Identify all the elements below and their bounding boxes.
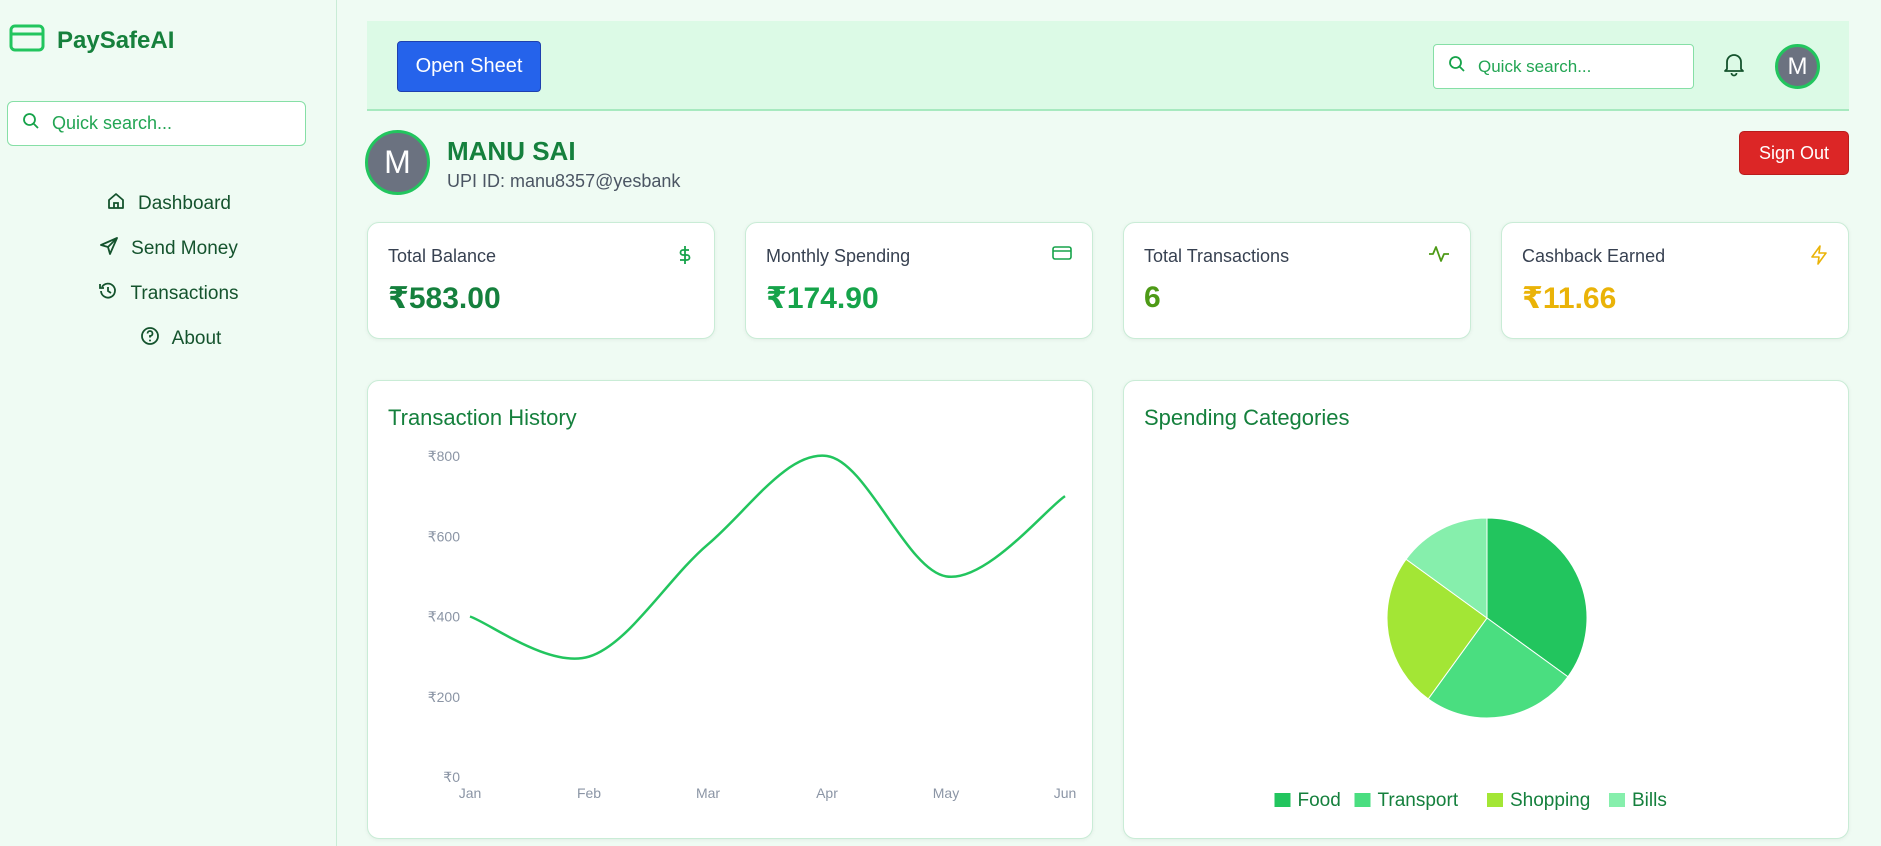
y-tick-label: ₹400 — [428, 609, 460, 625]
x-tick-label: Jun — [1054, 785, 1077, 801]
series-line — [469, 454, 1066, 660]
x-tick-label: May — [933, 785, 959, 801]
stat-value: ₹11.66 — [1522, 282, 1617, 315]
stat-value: ₹174.90 — [766, 282, 879, 315]
credit-card-icon — [1052, 245, 1072, 266]
sidebar-item-about[interactable]: About — [0, 316, 337, 361]
stat-label: Total Balance — [388, 246, 497, 266]
x-tick-label: Mar — [696, 785, 720, 801]
credit-card-icon — [9, 24, 45, 57]
send-icon — [99, 236, 119, 262]
dollar-icon — [676, 245, 694, 270]
sidebar-item-label: Send Money — [131, 237, 238, 259]
legend-label: Shopping — [1510, 790, 1590, 811]
stat-label: Monthly Spending — [766, 246, 911, 266]
topbar: Open Sheet M — [367, 21, 1849, 111]
stat-label: Cashback Earned — [1522, 246, 1666, 266]
transaction-history-chart: ₹0 ₹200 ₹400 ₹600 ₹800 Jan Feb Mar Apr May Jun — [428, 448, 1077, 801]
header-search-input[interactable] — [1478, 56, 1678, 77]
brand[interactable]: PaySafeAI — [9, 24, 174, 57]
history-icon — [98, 281, 118, 307]
stat-card-monthly-spending: Monthly Spending ₹174.90 — [745, 222, 1093, 339]
help-circle-icon — [140, 326, 160, 352]
profile-upi-id: UPI ID: manu8357@yesbank — [447, 171, 681, 191]
sidebar-item-transactions[interactable]: Transactions — [0, 271, 337, 316]
stat-card-total-balance: Total Balance ₹583.00 — [367, 222, 715, 339]
y-tick-label: ₹0 — [443, 769, 460, 785]
zap-icon — [1810, 245, 1828, 270]
header-avatar[interactable]: M — [1775, 44, 1820, 89]
sidebar-search-input[interactable] — [52, 113, 272, 134]
y-tick-label: ₹200 — [428, 689, 460, 705]
bell-icon[interactable] — [1722, 51, 1746, 82]
sidebar-item-label: Transactions — [130, 282, 239, 304]
sidebar-nav: Dashboard Send Money Transactions About — [0, 181, 337, 361]
sidebar-item-label: Dashboard — [138, 192, 231, 214]
search-icon — [1448, 55, 1466, 78]
legend-swatch — [1274, 793, 1291, 807]
x-tick-label: Jan — [459, 785, 482, 801]
spending-categories-card: Spending Categories Food Transport Shoppin… — [1123, 380, 1849, 839]
sidebar-item-label: About — [171, 327, 222, 349]
stat-value: ₹583.00 — [388, 282, 501, 315]
legend-swatch — [1487, 793, 1503, 807]
x-tick-label: Feb — [577, 785, 601, 801]
sidebar: PaySafeAI Dashboard Send Money Transacti… — [0, 0, 337, 846]
transaction-history-card: Transaction History ₹0 ₹200 ₹400 ₹600 ₹800 Ja… — [367, 380, 1093, 839]
profile-avatar: M — [365, 130, 430, 195]
legend-label: Transport — [1378, 790, 1459, 811]
stat-value: 6 — [1144, 281, 1161, 314]
x-tick-label: Apr — [816, 785, 838, 801]
legend-swatch — [1354, 793, 1371, 807]
brand-name: PaySafeAI — [57, 26, 175, 54]
profile-name: MANU SAI — [447, 136, 576, 166]
header-search[interactable] — [1433, 44, 1694, 89]
stat-card-cashback-earned: Cashback Earned ₹11.66 — [1501, 222, 1849, 339]
open-sheet-button[interactable]: Open Sheet — [397, 41, 541, 92]
sidebar-search[interactable] — [7, 101, 306, 146]
stat-card-total-transactions: Total Transactions 6 — [1123, 222, 1471, 339]
search-icon — [22, 112, 40, 135]
spending-categories-chart: Food Transport Shopping Bills — [1274, 517, 1667, 811]
y-tick-label: ₹800 — [428, 448, 460, 464]
legend-label: Food — [1298, 790, 1341, 811]
legend-swatch — [1609, 793, 1625, 807]
stat-label: Total Transactions — [1144, 246, 1290, 266]
legend-label: Bills — [1632, 790, 1667, 811]
home-icon — [106, 191, 126, 217]
sidebar-item-send-money[interactable]: Send Money — [0, 226, 337, 271]
activity-icon — [1428, 245, 1450, 268]
y-tick-label: ₹600 — [428, 528, 460, 544]
sidebar-item-dashboard[interactable]: Dashboard — [0, 181, 337, 226]
sign-out-button[interactable]: Sign Out — [1739, 131, 1849, 175]
